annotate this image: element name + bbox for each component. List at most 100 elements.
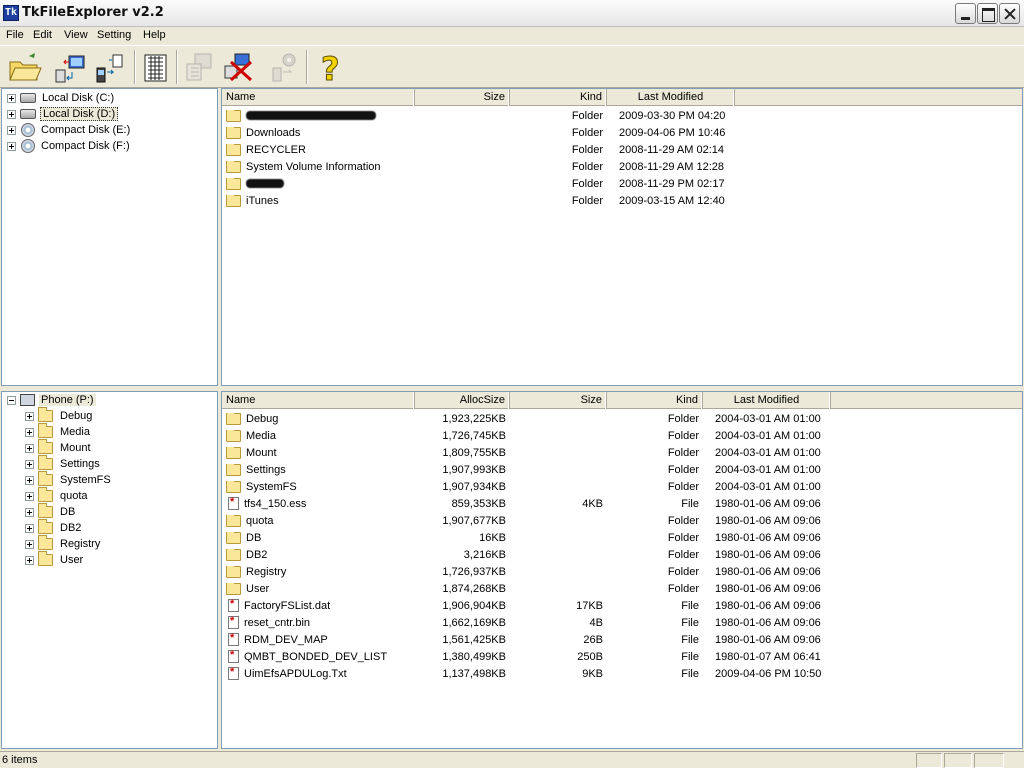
tree-item-systemfs[interactable]: SystemFS — [25, 471, 113, 488]
expand-icon[interactable] — [25, 555, 34, 565]
copy-disabled-icon[interactable] — [181, 50, 217, 84]
tree-item-compact-disk-f[interactable]: Compact Disk (F:) — [7, 138, 132, 154]
list-item[interactable]: quota 1,907,677KB Folder 1980-01-06 AM 09:0… — [222, 512, 1022, 529]
menu-file[interactable]: File — [6, 29, 24, 41]
tree-item-db[interactable]: DB — [25, 503, 77, 520]
column-last-modified[interactable]: Last Modified — [703, 392, 831, 409]
file-name-cell: QMBT_BONDED_DEV_LIST — [222, 650, 415, 663]
tree-item-mount[interactable]: Mount — [25, 439, 93, 456]
expand-icon[interactable] — [7, 125, 16, 135]
column-name[interactable]: Name — [222, 89, 415, 106]
expand-icon[interactable] — [25, 475, 34, 485]
list-item[interactable]: Media 1,726,745KB Folder 2004-03-01 AM 01:0… — [222, 427, 1022, 444]
expand-icon[interactable] — [25, 523, 34, 533]
tree-item-local-disk-c[interactable]: Local Disk (C:) — [7, 90, 116, 106]
folder-icon — [38, 535, 53, 550]
expand-icon[interactable] — [7, 93, 16, 103]
list-item[interactable]: Downloads Folder 2009-04-06 PM 10:46 — [222, 124, 1022, 141]
expand-icon[interactable] — [7, 141, 16, 151]
list-item[interactable]: QMBT_BONDED_DEV_LIST 1,380,499KB 250B File 1… — [222, 648, 1022, 665]
column-kind[interactable]: Kind — [607, 392, 703, 409]
list-item[interactable]: RDM_DEV_MAP 1,561,425KB 26B File 1980-01-06 … — [222, 631, 1022, 648]
tree-item-quota[interactable]: quota — [25, 487, 90, 504]
list-item[interactable]: Debug 1,923,225KB Folder 2004-03-01 AM 01:0… — [222, 410, 1022, 427]
list-item[interactable]: RECYCLER Folder 2008-11-29 AM 02:14 — [222, 141, 1022, 158]
file-kind: File — [681, 633, 699, 646]
tree-item-registry[interactable]: Registry — [25, 535, 102, 552]
list-item[interactable]: reset_cntr.bin 1,662,169KB 4B File 1980-01-0… — [222, 614, 1022, 631]
file-name-cell: Mount — [222, 446, 415, 459]
list-item[interactable]: Mount 1,809,755KB Folder 2004-03-01 AM 01:0… — [222, 444, 1022, 461]
expand-icon[interactable] — [25, 491, 34, 501]
file-modified: 2004-03-01 AM 01:00 — [715, 463, 821, 476]
pc-to-phone-icon[interactable] — [52, 50, 88, 84]
column-name[interactable]: Name — [222, 392, 415, 409]
file-modified: 1980-01-06 AM 09:06 — [715, 599, 821, 612]
menu-edit[interactable]: Edit — [33, 29, 52, 41]
menu-help[interactable]: Help — [143, 29, 166, 41]
list-item[interactable]: iTunes Folder 2009-03-15 AM 12:40 — [222, 192, 1022, 209]
settings-disabled-icon[interactable] — [267, 50, 303, 84]
list-item[interactable]: DB2 3,216KB Folder 1980-01-06 AM 09:06 — [222, 546, 1022, 563]
expand-icon[interactable] — [25, 411, 34, 421]
local-file-list[interactable]: Name Size Kind Last Modified Folder 2009-… — [221, 88, 1023, 386]
tree-item-media[interactable]: Media — [25, 423, 92, 440]
help-icon[interactable]: ? — [312, 50, 348, 89]
list-item[interactable]: SystemFS 1,907,934KB Folder 2004-03-01 AM 0… — [222, 478, 1022, 495]
list-item[interactable]: Folder 2008-11-29 PM 02:17 — [222, 175, 1022, 192]
list-item[interactable]: tfs4_150.ess 859,353KB 4KB File 1980-01-06 A… — [222, 495, 1022, 512]
expand-icon[interactable] — [25, 507, 34, 517]
tree-item-local-disk-d[interactable]: Local Disk (D:) — [7, 106, 119, 122]
list-item[interactable]: User 1,874,268KB Folder 1980-01-06 AM 09:06 — [222, 580, 1022, 597]
column-size[interactable]: Size — [510, 392, 607, 409]
menu-view[interactable]: View — [64, 29, 88, 41]
list-item[interactable]: FactoryFSList.dat 1,906,904KB 17KB File 1980… — [222, 597, 1022, 614]
list-item[interactable]: DB 16KB Folder 1980-01-06 AM 09:06 — [222, 529, 1022, 546]
tree-item-debug[interactable]: Debug — [25, 407, 94, 424]
file-allocsize: 1,907,934KB — [442, 480, 506, 493]
column-kind[interactable]: Kind — [510, 89, 607, 106]
phone-to-pc-icon[interactable] — [93, 50, 129, 84]
list-item[interactable]: UimEfsAPDULog.Txt 1,137,498KB 9KB File 2009-… — [222, 665, 1022, 682]
tree-item-user[interactable]: User — [25, 551, 85, 568]
toolbar-separator — [134, 50, 136, 84]
list-item[interactable]: System Volume Information Folder 2008-11-2… — [222, 158, 1022, 175]
menu-setting[interactable]: Setting — [97, 29, 131, 41]
expand-icon[interactable] — [25, 539, 34, 549]
column-size[interactable]: Size — [415, 89, 510, 106]
expand-icon[interactable] — [25, 443, 34, 453]
list-item[interactable]: Registry 1,726,937KB Folder 1980-01-06 AM 0… — [222, 563, 1022, 580]
phone-file-list[interactable]: Name AllocSize Size Kind Last Modified D… — [221, 391, 1023, 749]
minimize-button[interactable] — [955, 3, 976, 24]
phone-tree[interactable]: Phone (P:) Debug Media Mount Settings System… — [1, 391, 218, 749]
expand-icon[interactable] — [7, 109, 16, 119]
tree-item-label: Compact Disk (E:) — [41, 124, 131, 136]
folder-icon — [226, 548, 241, 561]
phone-icon — [20, 394, 35, 406]
collapse-icon[interactable] — [7, 395, 16, 405]
expand-icon[interactable] — [25, 459, 34, 469]
file-kind: Folder — [667, 412, 699, 425]
file-modified: 1980-01-06 AM 09:06 — [715, 565, 821, 578]
file-modified: 1980-01-06 AM 09:06 — [715, 616, 821, 629]
local-drives-tree[interactable]: Local Disk (C:) Local Disk (D:) Compact … — [1, 88, 218, 386]
list-item[interactable]: Folder 2009-03-30 PM 04:20 — [222, 107, 1022, 124]
tree-item-compact-disk-e[interactable]: Compact Disk (E:) — [7, 122, 132, 138]
file-name-cell: FactoryFSList.dat — [222, 599, 415, 612]
expand-icon[interactable] — [25, 427, 34, 437]
list-view-icon[interactable] — [138, 50, 174, 84]
tree-item-db2[interactable]: DB2 — [25, 519, 83, 536]
open-folder-icon[interactable] — [7, 50, 43, 84]
close-button[interactable] — [999, 3, 1020, 24]
column-last-modified[interactable]: Last Modified — [607, 89, 735, 106]
disconnect-icon[interactable] — [221, 50, 257, 84]
tree-item-settings[interactable]: Settings — [25, 455, 102, 472]
tree-item-phone[interactable]: Phone (P:) — [7, 392, 96, 408]
maximize-button[interactable] — [977, 3, 998, 24]
column-allocsize[interactable]: AllocSize — [415, 392, 510, 409]
file-modified: 1980-01-06 AM 09:06 — [715, 633, 821, 646]
tree-item-label: DB — [60, 506, 76, 518]
file-name: RDM_DEV_MAP — [244, 633, 328, 646]
file-name-cell: iTunes — [222, 194, 415, 207]
list-item[interactable]: Settings 1,907,993KB Folder 2004-03-01 AM 0… — [222, 461, 1022, 478]
